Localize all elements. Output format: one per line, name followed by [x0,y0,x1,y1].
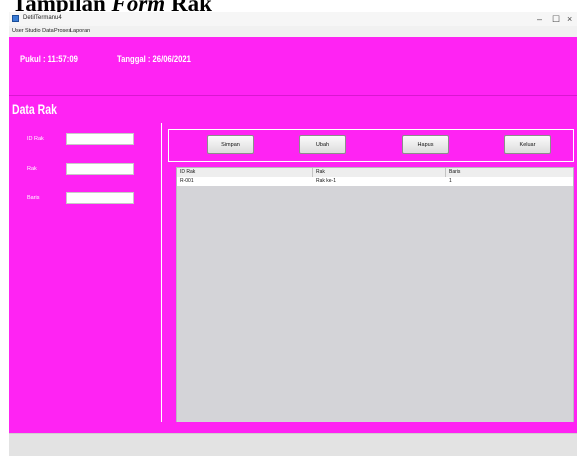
column-header-baris[interactable]: Baris [449,169,460,175]
id-rak-label: ID Rak [27,136,44,142]
header-band: Pukul : 11:57:09 Tanggal : 26/06/2021 [9,37,577,95]
close-icon[interactable]: × [567,13,572,25]
id-rak-field[interactable] [66,133,134,145]
baris-label: Baris [27,195,40,201]
menu-bar: User Studio Data Proses Laporan [9,26,577,37]
button-row: Simpan Ubah Hapus Keluar [168,129,574,162]
exit-button[interactable]: Keluar [504,135,551,154]
rak-field[interactable] [66,163,134,175]
time-label: Pukul : 11:57:09 [20,54,78,64]
main-panel: Simpan Ubah Hapus Keluar ID Rak Rak Bari… [162,123,577,437]
column-divider[interactable] [312,168,313,177]
window-title: DetilTermanu4 [23,15,62,21]
app-window: DetilTermanu4 – ☐ × User Studio Data Pro… [9,12,577,456]
menu-item-user[interactable]: User [12,28,24,34]
column-divider[interactable] [445,168,446,177]
column-header-id-rak[interactable]: ID Rak [180,169,195,175]
rak-table[interactable]: ID Rak Rak Baris R-001 Rak ke-1 1 [176,167,574,433]
menu-item-studio-data[interactable]: Studio Data [25,28,54,34]
column-header-rak[interactable]: Rak [316,169,325,175]
cell-rak: Rak ke-1 [316,178,337,184]
date-label: Tanggal : 26/06/2021 [117,54,191,64]
menu-item-laporan[interactable]: Laporan [70,28,90,34]
table-row[interactable]: R-001 Rak ke-1 1 [177,177,573,186]
baris-field[interactable] [66,192,134,204]
section-title: Data Rak [9,95,577,124]
status-bar [9,433,577,456]
title-bar[interactable]: DetilTermanu4 – ☐ × [9,12,577,26]
bottom-band [9,422,577,433]
app-icon [12,15,19,22]
cell-baris: 1 [449,178,452,184]
menu-item-proses[interactable]: Proses [54,28,71,34]
edit-button[interactable]: Ubah [299,135,346,154]
delete-button[interactable]: Hapus [402,135,449,154]
cell-id-rak: R-001 [180,178,194,184]
form-panel: ID Rak Rak Baris [9,123,162,437]
section-title-text: Data Rak [12,101,57,117]
save-button[interactable]: Simpan [207,135,254,154]
maximize-icon[interactable]: ☐ [552,13,560,25]
rak-label: Rak [27,166,37,172]
minimize-icon[interactable]: – [537,13,542,25]
